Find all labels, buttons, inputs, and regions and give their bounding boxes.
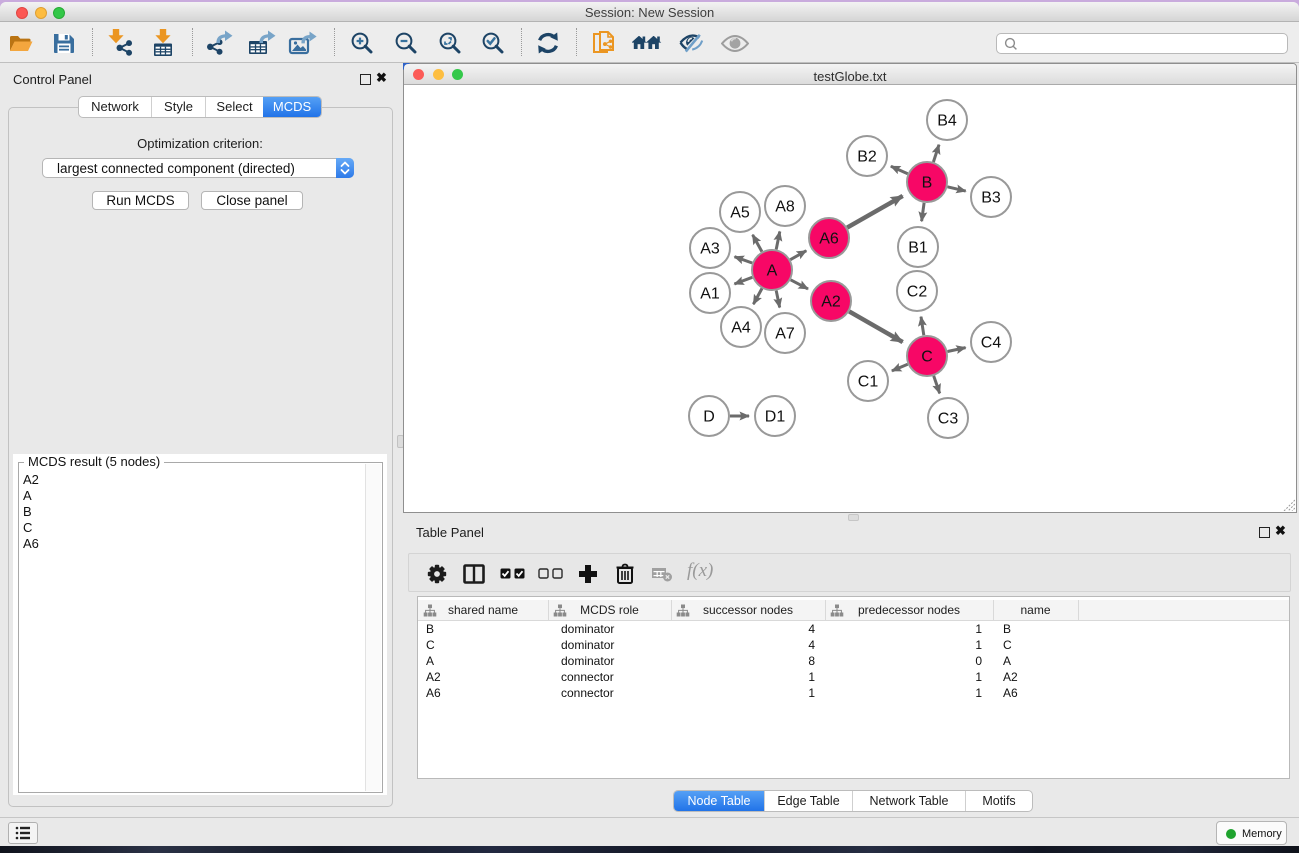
svg-text:B3: B3 <box>981 190 1001 207</box>
svg-text:A8: A8 <box>775 199 795 216</box>
svg-text:A3: A3 <box>700 241 720 258</box>
svg-text:A: A <box>767 263 778 280</box>
svg-text:A5: A5 <box>730 205 750 222</box>
svg-text:A1: A1 <box>700 286 720 303</box>
svg-text:A7: A7 <box>775 326 795 343</box>
svg-text:C3: C3 <box>938 411 959 428</box>
svg-text:A2: A2 <box>821 294 841 311</box>
svg-text:B4: B4 <box>937 113 957 130</box>
svg-text:D1: D1 <box>765 409 786 426</box>
svg-text:A4: A4 <box>731 320 751 337</box>
svg-text:B: B <box>922 175 933 192</box>
svg-text:C4: C4 <box>981 335 1002 352</box>
svg-text:A6: A6 <box>819 231 839 248</box>
svg-text:B2: B2 <box>857 149 877 166</box>
svg-text:C2: C2 <box>907 284 928 301</box>
svg-text:C: C <box>921 349 933 366</box>
svg-text:B1: B1 <box>908 240 928 257</box>
svg-text:D: D <box>703 409 715 426</box>
svg-text:C1: C1 <box>858 374 879 391</box>
